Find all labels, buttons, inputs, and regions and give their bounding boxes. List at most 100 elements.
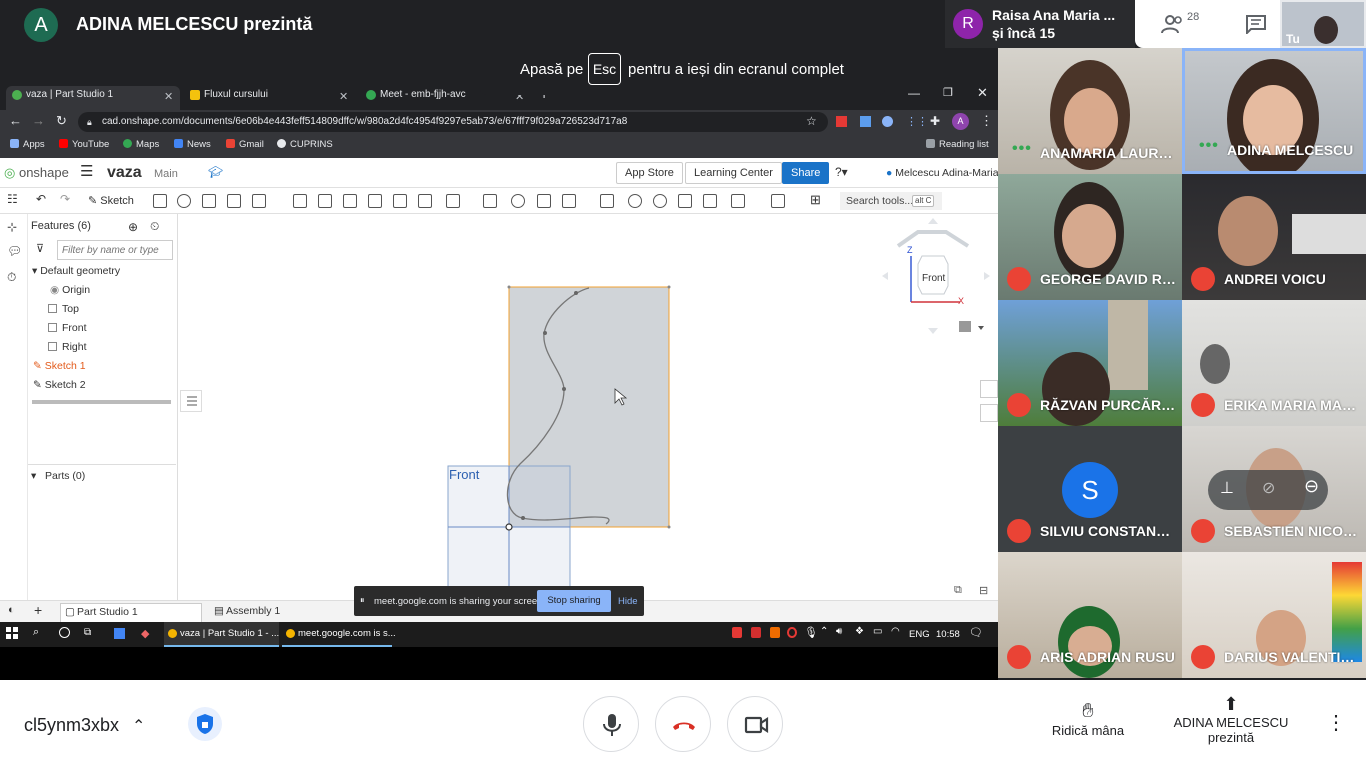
participant-tile[interactable]: S SILVIU CONSTANTI... (998, 426, 1182, 552)
graphics-canvas[interactable]: Front Front Z X ⧉ ⊟ (202, 214, 998, 601)
tray-chevron-icon[interactable]: ⌃ (820, 626, 828, 637)
microphone-button[interactable] (583, 696, 639, 752)
tree-default-geometry[interactable]: ▾ Default geometry (32, 265, 120, 277)
tree-right-plane[interactable]: Right (48, 341, 87, 353)
pattern-tool-icon[interactable] (446, 194, 460, 208)
redo-icon[interactable]: ↷ (60, 192, 70, 206)
search-extension-icon[interactable] (882, 116, 893, 127)
tab-assembly[interactable]: ▤ Assembly 1 (210, 603, 350, 622)
participant-tile[interactable]: RĂZVAN PURCĂREA (998, 300, 1182, 426)
tree-front-plane[interactable]: Front (48, 322, 87, 334)
hide-link[interactable]: Hide (618, 596, 638, 607)
hamburger-icon[interactable]: ☰ (80, 162, 93, 180)
add-custom-feature-icon[interactable]: ⊞ (810, 192, 821, 208)
parts-list-header[interactable]: ▾ Parts (0) (31, 470, 85, 482)
restore-icon[interactable]: ❐ (943, 86, 953, 99)
self-view-tile[interactable]: Tu (1280, 0, 1366, 48)
workspace-name[interactable]: Main (154, 168, 178, 180)
battery-icon[interactable]: ▭ (873, 626, 882, 637)
participant-tile[interactable]: ⊥ ⊘ ⊖ SEBASTIEN NICOL... (1182, 426, 1366, 552)
task-view-icon[interactable]: ⧉ (84, 627, 91, 638)
loft-tool-icon[interactable] (227, 194, 241, 208)
participant-tile[interactable]: ••• ANAMARIA LAURA ... (998, 48, 1182, 174)
stop-sharing-button[interactable]: Stop sharing (537, 590, 611, 612)
add-folder-icon[interactable]: ⊕ (128, 220, 138, 234)
participant-tile[interactable]: ANDREI VOICU (1182, 174, 1366, 300)
revolve-tool-icon[interactable] (177, 194, 191, 208)
learning-center-button[interactable]: Learning Center (685, 162, 782, 184)
fillet-tool-icon[interactable] (293, 194, 307, 208)
mate-connector-icon[interactable] (771, 194, 785, 208)
list-toggle-icon[interactable] (180, 390, 202, 412)
reload-icon[interactable]: ↻ (56, 113, 67, 129)
participant-tile[interactable]: ERIKA MARIA MARI... (1182, 300, 1366, 426)
raise-hand-button[interactable]: ✋︎ Ridică mâna (1050, 700, 1126, 738)
tree-sketch-1[interactable]: ✎ Sketch 1 (33, 360, 86, 372)
drop-app-icon[interactable]: ◆ (141, 627, 149, 640)
close-icon[interactable]: ✕ (339, 88, 348, 106)
tree-top-plane[interactable]: Top (48, 303, 79, 315)
add-tab-icon[interactable]: + (34, 602, 42, 618)
participant-tile[interactable]: ••• ADINA MELCESCU (1182, 48, 1366, 174)
history-icon[interactable]: ⏱︎ (7, 270, 16, 285)
instances-icon[interactable]: ⊹ (7, 220, 17, 234)
hole-tool-icon[interactable] (418, 194, 432, 208)
hang-up-button[interactable] (655, 696, 711, 752)
chevron-up-icon[interactable]: ⌃ (132, 716, 145, 736)
windows-start-icon[interactable] (6, 627, 18, 639)
chamfer-tool-icon[interactable] (318, 194, 332, 208)
tray-app-icon[interactable] (770, 627, 780, 638)
star-icon[interactable]: ☆ (806, 114, 817, 128)
google-app-icon[interactable] (114, 628, 125, 639)
notification-icon[interactable]: 🗨︎ (969, 626, 983, 639)
delete-part-icon[interactable] (600, 194, 614, 208)
origin-point[interactable] (505, 523, 513, 531)
microphone-tray-icon[interactable]: 🎙︎ (804, 626, 818, 639)
camera-button[interactable] (727, 696, 783, 752)
people-icon[interactable] (1161, 14, 1185, 34)
delete-face-icon[interactable] (653, 194, 667, 208)
tree-sketch-2[interactable]: ✎ Sketch 2 (33, 379, 86, 391)
remove-icon[interactable]: ⊖ (1304, 476, 1319, 497)
present-button[interactable]: ⬆︎ ADINA MELCESCU prezintă (1168, 694, 1294, 745)
panel-scrollbar[interactable] (32, 400, 171, 404)
appearance-panel-icon[interactable] (980, 380, 998, 398)
graduation-cap-icon[interactable]: 🎓︎ (208, 165, 223, 179)
mute-icon[interactable]: ⊘ (1262, 478, 1275, 498)
chat-icon[interactable] (1245, 14, 1267, 36)
opera-icon[interactable] (787, 627, 797, 638)
bookmark-maps[interactable]: Maps (123, 139, 159, 150)
bookmark-news[interactable]: News (174, 139, 211, 150)
transform-tool-icon[interactable] (562, 194, 576, 208)
profile-avatar[interactable]: A (952, 113, 969, 130)
cortana-icon[interactable] (59, 627, 70, 638)
close-window-icon[interactable]: ✕ (977, 85, 988, 101)
properties-panel-icon[interactable] (980, 404, 998, 422)
extension-icon[interactable] (860, 116, 871, 127)
rollback-icon[interactable]: ⏲︎ (150, 219, 159, 234)
undo-icon[interactable]: ↶ (36, 192, 46, 206)
document-name[interactable]: vaza (107, 164, 142, 182)
user-menu[interactable]: ● Melcescu Adina-Maria ▾ (886, 167, 1007, 179)
sweep-tool-icon[interactable] (202, 194, 216, 208)
tray-app-icon[interactable] (751, 627, 761, 638)
shield-icon[interactable] (188, 707, 222, 741)
search-icon[interactable]: ⌕ (33, 626, 39, 639)
wifi-icon[interactable]: ◠ (891, 626, 900, 637)
dropbox-icon[interactable]: ❖ (855, 626, 864, 637)
tab-view-icon[interactable]: ◐ (8, 604, 15, 616)
help-icon[interactable]: ?▾ (835, 165, 848, 179)
browser-tab-vaza[interactable]: vaza | Part Studio 1 ✕ (6, 86, 180, 110)
tray-app-icon[interactable] (732, 627, 742, 638)
volume-icon[interactable]: 🔊︎ (836, 626, 842, 637)
browser-tab-flux[interactable]: Fluxul cursului ✕ (184, 86, 354, 110)
bookmark-gmail[interactable]: Gmail (226, 139, 264, 150)
bookmark-cuprins[interactable]: CUPRINS (277, 139, 333, 150)
extrude-tool-icon[interactable] (153, 194, 167, 208)
sketch-tool[interactable]: ✎ Sketch (88, 194, 134, 207)
thicken-tool-icon[interactable] (252, 194, 266, 208)
taskbar-app-chrome-meet[interactable]: meet.google.com is s... (282, 622, 396, 647)
close-icon[interactable]: ✕ (164, 88, 173, 106)
app-store-button[interactable]: App Store (616, 162, 683, 184)
taskbar-app-chrome-vaza[interactable]: vaza | Part Studio 1 - ... (164, 622, 279, 647)
